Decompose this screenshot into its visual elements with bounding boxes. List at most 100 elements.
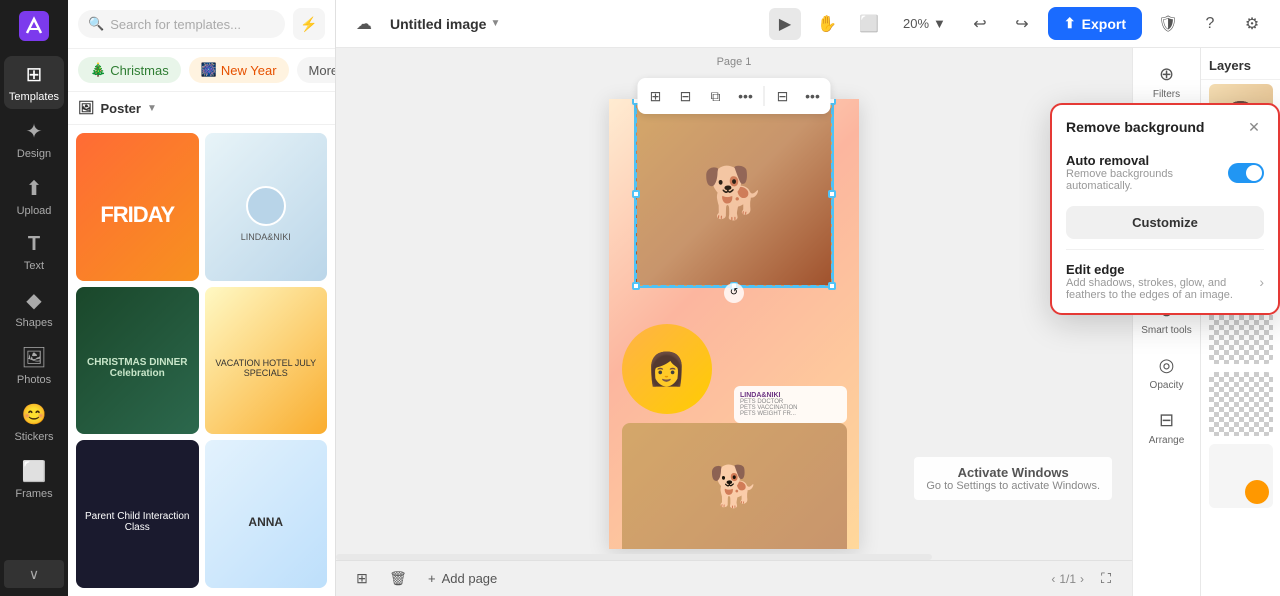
canvas-container[interactable]: Page 1 ⊞ ⊟ ⧉ ••• ⊟ ••• 🐕: [336, 48, 1132, 560]
dog-bottom-emoji: 🐕: [709, 463, 759, 510]
hand-icon: ✋: [817, 14, 837, 34]
redo-icon: ↪: [1015, 14, 1028, 34]
zoom-value: 20%: [903, 16, 929, 31]
add-page-icon-btn[interactable]: ⊞: [348, 565, 376, 593]
contact-text-overlay[interactable]: LINDA&NIKI PETS DOCTOR PETS VACCINATION …: [734, 386, 847, 423]
templates-grid: FRIDAY LINDA&NIKI CHRISTMAS DINNER Celeb…: [68, 125, 335, 596]
chevron-down-icon: ▼: [147, 103, 157, 114]
sidebar-item-frames[interactable]: ⬜ Frames: [4, 453, 64, 506]
template-card[interactable]: CHRISTMAS DINNER Celebration: [76, 287, 199, 435]
template-type-selector[interactable]: 🖼 Poster ▼: [68, 92, 335, 125]
page-options-btn[interactable]: ⊟: [769, 82, 797, 110]
sidebar-expand-btn[interactable]: ∨: [4, 560, 64, 588]
export-icon: ⬆: [1064, 15, 1076, 32]
auto-removal-row: Auto removal Remove backgrounds automati…: [1052, 145, 1278, 200]
dog-top-image[interactable]: 🐕: [634, 99, 834, 288]
sidebar-item-label: Stickers: [14, 431, 53, 443]
tag-more[interactable]: More: [297, 57, 335, 83]
zoom-control[interactable]: 20% ▼: [895, 12, 954, 35]
duplicate-btn[interactable]: ⧉: [702, 82, 730, 110]
sidebar-item-label: Shapes: [15, 317, 52, 329]
template-type-label: Poster: [101, 101, 141, 116]
template-card[interactable]: ANNA: [205, 440, 328, 588]
sidebar-item-design[interactable]: ✦ Design: [4, 113, 64, 166]
fit-btn[interactable]: ⊞: [642, 82, 670, 110]
tag-new-year[interactable]: 🎆 New Year: [189, 57, 289, 83]
sidebar-item-label: Templates: [9, 91, 59, 103]
filters-label: Filters: [1153, 89, 1180, 101]
arrange-tool[interactable]: ⊟ Arrange: [1137, 402, 1197, 455]
photos-icon: 🖼: [21, 345, 46, 370]
delete-page-btn[interactable]: 🗑: [384, 565, 412, 593]
tag-more-label: More: [309, 63, 335, 78]
woman-circle-image[interactable]: 👩: [622, 324, 712, 414]
popup-title: Remove background: [1066, 119, 1204, 135]
save-to-cloud-btn[interactable]: ☁: [348, 8, 380, 40]
auto-removal-sub: Remove backgrounds automatically.: [1066, 168, 1218, 192]
stickers-icon: 😊: [22, 402, 47, 427]
left-sidebar: ⊞ Templates ✦ Design ⬆ Upload T Text ◆ S…: [0, 0, 68, 596]
help-btn[interactable]: ?: [1194, 8, 1226, 40]
search-input[interactable]: 🔍 Search for templates...: [78, 10, 285, 38]
magic-search-btn[interactable]: ⚡: [293, 8, 325, 40]
refresh-icon[interactable]: ↺: [724, 283, 744, 303]
app-logo[interactable]: [16, 8, 52, 44]
edit-edge-row[interactable]: Edit edge Add shadows, strokes, glow, an…: [1052, 250, 1278, 313]
fullscreen-btn[interactable]: ⛶: [1092, 565, 1120, 593]
template-tags-row: 🎄 Christmas 🎆 New Year More: [68, 49, 335, 92]
auto-removal-toggle[interactable]: [1228, 163, 1264, 183]
tag-christmas[interactable]: 🎄 Christmas: [78, 57, 181, 83]
redo-btn[interactable]: ↪: [1006, 8, 1038, 40]
sidebar-item-stickers[interactable]: 😊 Stickers: [4, 396, 64, 449]
search-placeholder: Search for templates...: [110, 17, 241, 32]
sidebar-item-label: Photos: [17, 374, 51, 386]
sidebar-item-label: Frames: [15, 488, 52, 500]
view-options-btn[interactable]: ⬜: [853, 8, 885, 40]
filters-tool[interactable]: ⊕ Filters: [1137, 56, 1197, 109]
layer-transparent2-icon: [1209, 372, 1273, 436]
customize-button[interactable]: Customize: [1066, 206, 1264, 239]
export-button[interactable]: ⬆ Export: [1048, 7, 1142, 40]
sidebar-item-text[interactable]: T Text: [4, 227, 64, 278]
shield-btn[interactable]: 🛡: [1152, 8, 1184, 40]
add-page-button[interactable]: + Add page: [420, 567, 505, 590]
template-card[interactable]: LINDA&NIKI: [205, 133, 328, 281]
sidebar-item-shapes[interactable]: ◆ Shapes: [4, 282, 64, 335]
sidebar-item-photos[interactable]: 🖼 Photos: [4, 339, 64, 392]
sidebar-item-label: Design: [17, 148, 51, 160]
edit-edge-text: Edit edge Add shadows, strokes, glow, an…: [1066, 262, 1259, 301]
sidebar-item-templates[interactable]: ⊞ Templates: [4, 56, 64, 109]
horizontal-scrollbar[interactable]: [336, 554, 932, 560]
grid-btn[interactable]: ⊟: [672, 82, 700, 110]
document-title-area[interactable]: Untitled image ▼: [390, 16, 500, 32]
next-page-btn[interactable]: ›: [1080, 572, 1084, 586]
tag-new-year-label: New Year: [221, 63, 277, 78]
canvas-bottom-bar: ⊞ 🗑 + Add page ‹ 1/1 › ⛶: [336, 560, 1132, 596]
smart-tools-label: Smart tools: [1141, 325, 1192, 337]
shield-icon: 🛡: [1158, 14, 1178, 34]
template-card[interactable]: VACATION HOTEL JULY SPECIALS: [205, 287, 328, 435]
hand-tool-btn[interactable]: ✋: [811, 8, 843, 40]
opacity-tool[interactable]: ◎ Opacity: [1137, 347, 1197, 400]
select-tool-btn[interactable]: ▶: [769, 8, 801, 40]
template-card[interactable]: FRIDAY: [76, 133, 199, 281]
add-page-label: Add page: [442, 571, 498, 586]
undo-btn[interactable]: ↩: [964, 8, 996, 40]
settings-btn[interactable]: ⚙: [1236, 8, 1268, 40]
layer-item[interactable]: [1209, 444, 1273, 508]
popup-close-btn[interactable]: ✕: [1244, 117, 1264, 137]
layer-item[interactable]: [1209, 372, 1273, 436]
sidebar-item-upload[interactable]: ⬆ Upload: [4, 170, 64, 223]
prev-page-btn[interactable]: ‹: [1051, 572, 1055, 586]
canvas-page: 🐕 ↺ 👩: [609, 99, 859, 549]
frames-icon: ⬜: [22, 459, 47, 484]
dog-bottom-image[interactable]: 🐕: [622, 423, 847, 549]
template-card[interactable]: Parent Child Interaction Class: [76, 440, 199, 588]
page-label: Page 1: [717, 56, 752, 68]
auto-removal-title: Auto removal: [1066, 153, 1218, 168]
toggle-knob: [1246, 165, 1262, 181]
more-btn[interactable]: •••: [732, 82, 760, 110]
shapes-icon: ◆: [26, 288, 41, 313]
page-more-btn[interactable]: •••: [799, 82, 827, 110]
auto-removal-text: Auto removal Remove backgrounds automati…: [1066, 153, 1218, 192]
